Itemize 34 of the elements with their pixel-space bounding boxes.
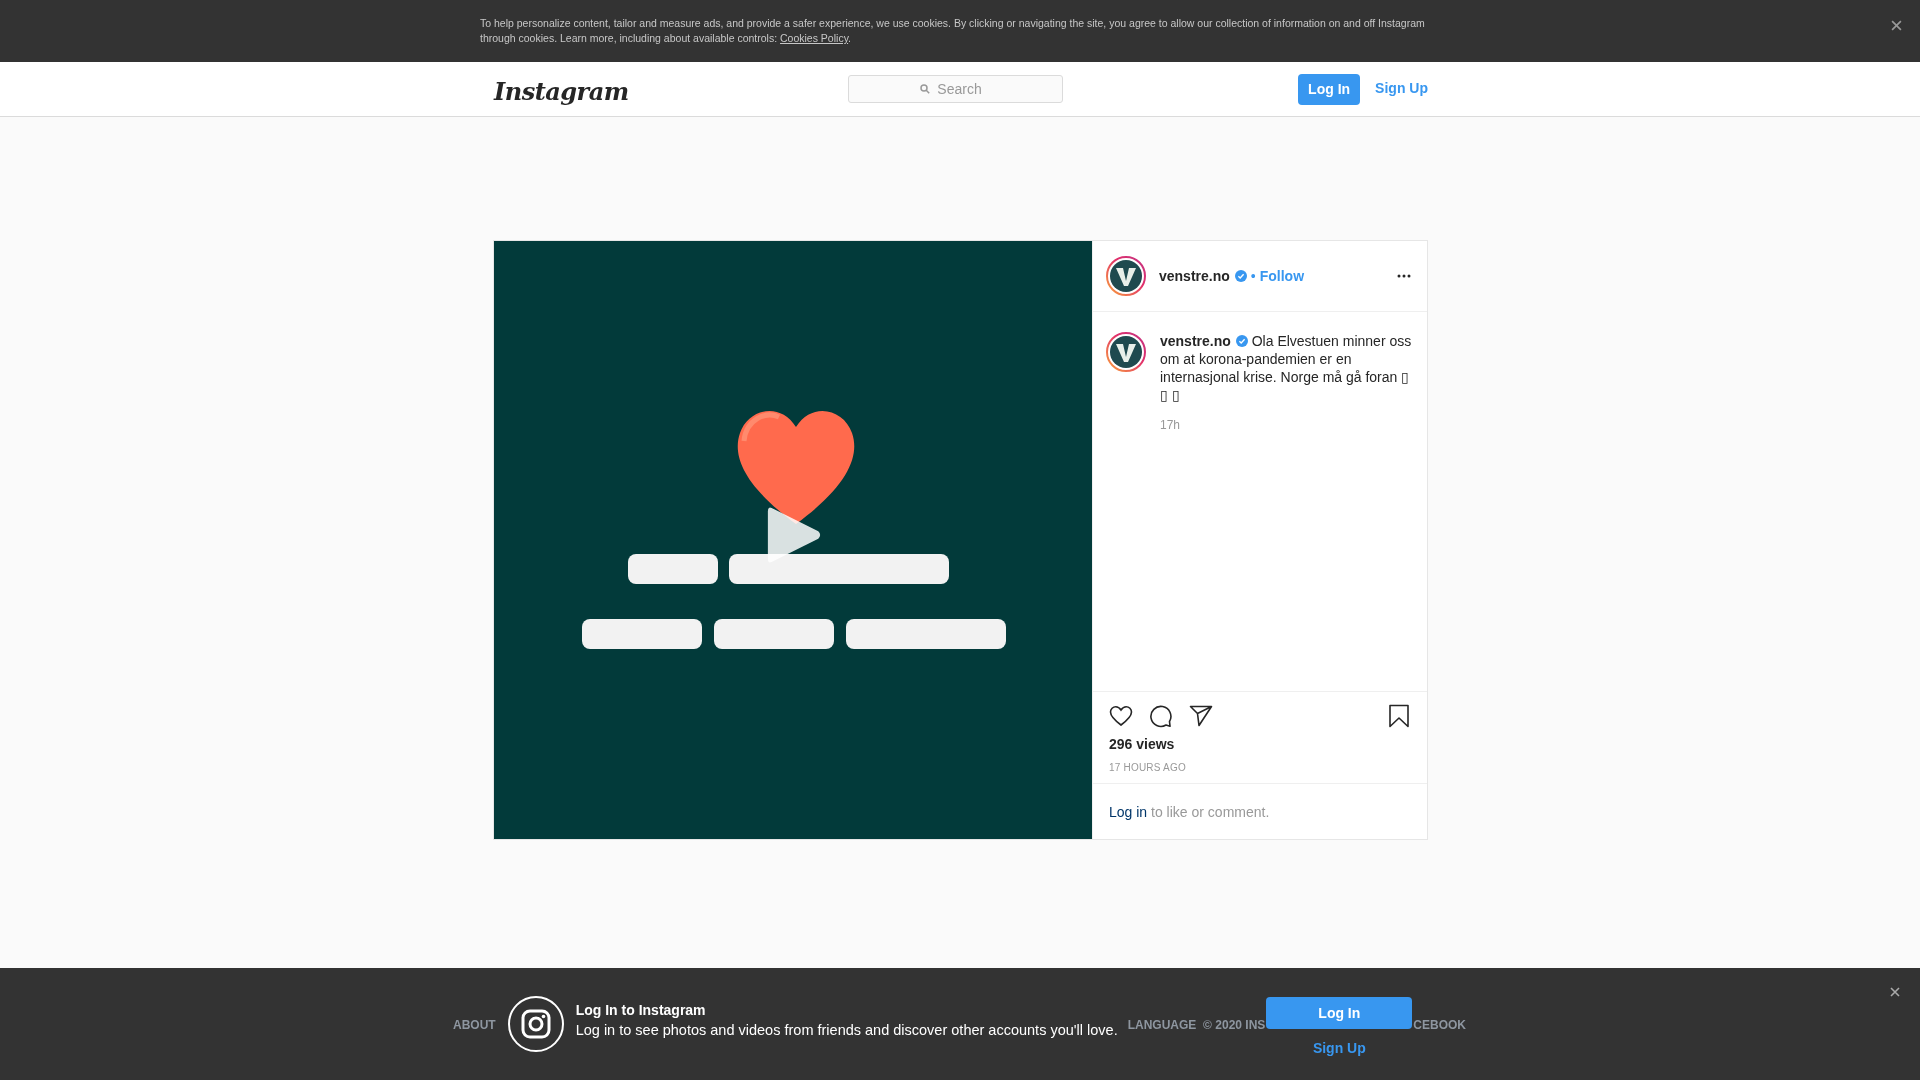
- caption-text: venstre.no Ola Elvestuen minner oss om at korona-pandemien er en internasjonal krise. Norge må gå foran ▯ ▯ ▯: [1160, 332, 1413, 404]
- log-in-link[interactable]: Log in: [1109, 803, 1148, 820]
- footer-link[interactable]: CEBOOK: [1413, 1018, 1466, 1032]
- heart-icon[interactable]: [1109, 704, 1133, 728]
- cookie-notice: To help personalize content, tailor and measure ads, and provide a safer experience, we use cookies. By clicking or navigating the site, you agree to allow our collection of information on and off Instagram through cookies. Learn more, including about available controls: Cookies Policy.: [480, 16, 1426, 46]
- camera-icon: [507, 996, 564, 1052]
- username[interactable]: venstre.no: [1160, 333, 1231, 349]
- sign-up-link[interactable]: Sign Up: [1375, 79, 1428, 96]
- copyright-text: © 2020 INS: [1203, 1018, 1266, 1032]
- paper-plane-icon[interactable]: [1189, 704, 1213, 728]
- post-time: 17h: [1160, 418, 1182, 432]
- follow-link[interactable]: Follow: [1259, 268, 1305, 284]
- login-title: Log In to Instagram: [575, 1002, 707, 1018]
- avatar-icon[interactable]: [1106, 332, 1146, 372]
- post-date: 17 HOURS AGO: [1109, 762, 1187, 773]
- close-icon[interactable]: [1891, 20, 1902, 31]
- separator-dot: •: [1250, 268, 1256, 284]
- footer-link[interactable]: ABOUT: [453, 1018, 496, 1032]
- comment-icon[interactable]: [1149, 704, 1173, 728]
- username[interactable]: venstre.no: [1159, 268, 1230, 284]
- log-in-button[interactable]: Log In: [1298, 73, 1361, 105]
- bookmark-icon[interactable]: [1387, 704, 1411, 728]
- footer-link[interactable]: LANGUAGE: [1127, 1018, 1197, 1032]
- close-icon[interactable]: [1890, 987, 1900, 997]
- search-field[interactable]: Search: [848, 75, 1063, 103]
- view-count: 296 views: [1109, 736, 1176, 752]
- instagram-logo[interactable]: Instagram: [494, 76, 744, 106]
- more-options-icon[interactable]: [1397, 274, 1411, 278]
- sign-up-link[interactable]: Sign Up: [1312, 1039, 1366, 1056]
- search-icon: [920, 84, 930, 94]
- login-subtitle: Log in to see photos and videos from friends and discover other accounts you'll love.: [575, 1022, 1118, 1038]
- login-prompt: Log in to like or comment.: [1093, 783, 1427, 839]
- avatar-icon[interactable]: [1106, 256, 1146, 296]
- log-in-button[interactable]: Log In: [1266, 996, 1413, 1029]
